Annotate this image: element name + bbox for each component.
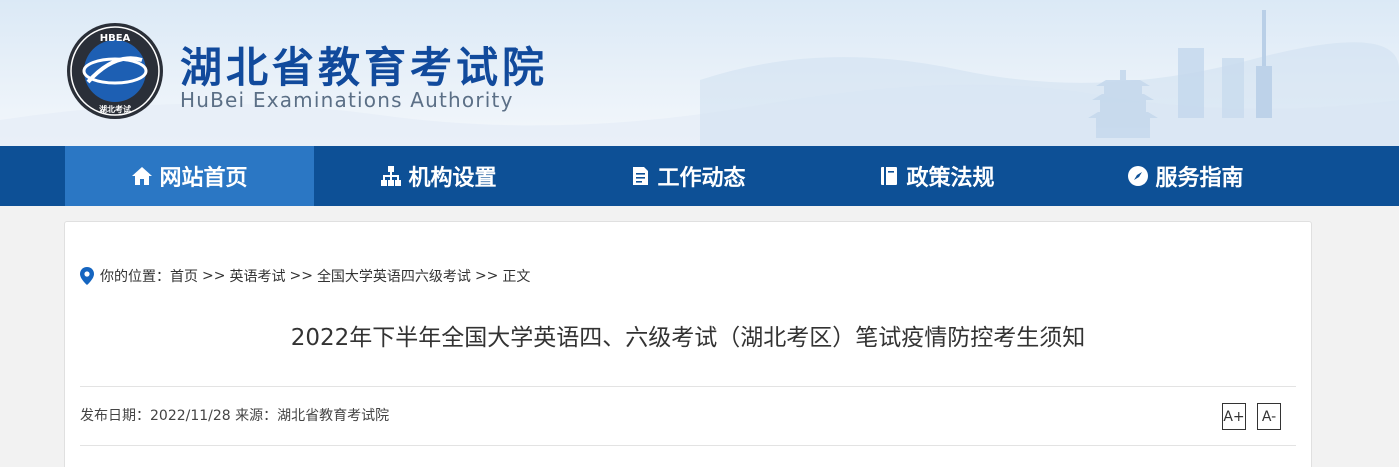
document-icon [629, 165, 651, 187]
nav-item-home[interactable]: 网站首页 [65, 146, 314, 206]
nav-item-policies[interactable]: 政策法规 [812, 146, 1061, 206]
nav-item-label: 机构设置 [408, 166, 497, 191]
site-subtitle: HuBei Examinations Authority [180, 88, 514, 112]
logo-caption: 湖北考试 [99, 104, 131, 114]
breadcrumb-separator: >> [202, 268, 226, 284]
nav-item-label: 政策法规 [906, 166, 995, 191]
breadcrumb-english-exams[interactable]: 英语考试 [229, 266, 285, 286]
nav-item-label: 网站首页 [159, 166, 248, 191]
book-icon [878, 165, 900, 187]
article-meta: 发布日期：2022/11/28 来源：湖北省教育考试院 [80, 408, 390, 424]
breadcrumb: 你的位置： 首页 >> 英语考试 >> 全国大学英语四六级考试 >> 正文 [80, 266, 530, 286]
nav-item-work-news[interactable]: 工作动态 [563, 146, 812, 206]
site-header: HBEA 湖北考试 湖北省教育考试院 HuBei Examinations Au… [0, 0, 1399, 146]
breadcrumb-separator: >> [289, 268, 313, 284]
nav-item-label: 工作动态 [657, 166, 746, 191]
nav-item-label: 服务指南 [1155, 166, 1244, 191]
title-divider [80, 386, 1296, 387]
nav-item-organization[interactable]: 机构设置 [314, 146, 563, 206]
home-icon [131, 165, 153, 187]
main-nav: 网站首页 机构设置 工作动态 政策法规 服务指南 [0, 146, 1399, 206]
article-title: 2022年下半年全国大学英语四、六级考试（湖北考区）笔试疫情防控考生须知 [290, 325, 1086, 351]
breadcrumb-prefix: 你的位置： [100, 269, 170, 285]
font-decrease-button[interactable]: A- [1257, 403, 1281, 430]
location-pin-icon [80, 267, 94, 285]
breadcrumb-cet[interactable]: 全国大学英语四六级考试 [317, 266, 471, 286]
org-chart-icon [380, 165, 402, 187]
meta-divider [80, 445, 1296, 446]
site-title: 湖北省教育考试院 [180, 43, 549, 92]
font-increase-button[interactable]: A+ [1222, 403, 1246, 430]
nav-item-service-guide[interactable]: 服务指南 [1061, 146, 1310, 206]
breadcrumb-current: 正文 [502, 269, 531, 285]
breadcrumb-separator: >> [474, 268, 499, 284]
compass-icon [1127, 165, 1149, 187]
breadcrumb-home[interactable]: 首页 [170, 266, 198, 286]
hbea-logo: HBEA 湖北考试 [67, 23, 163, 119]
logo-text: HBEA [100, 33, 131, 44]
